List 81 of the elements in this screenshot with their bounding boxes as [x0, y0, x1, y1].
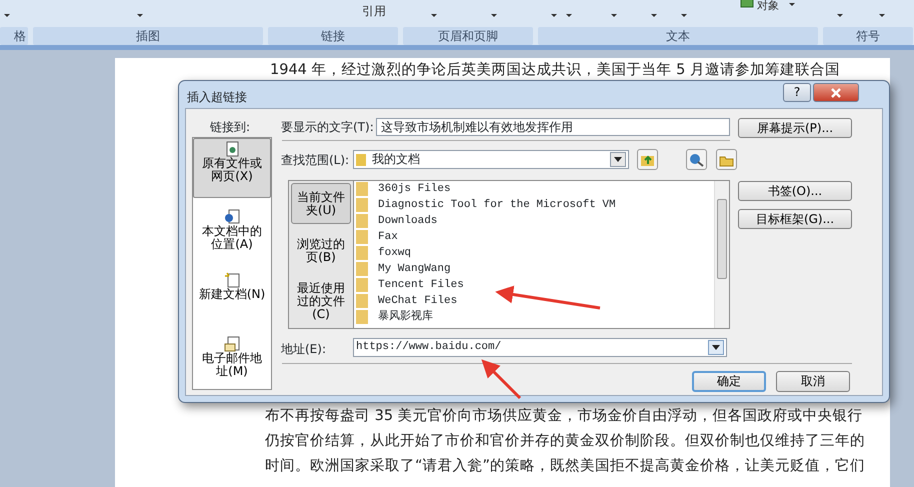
caret-icon[interactable] [680, 13, 688, 18]
screen-tip-button[interactable]: 屏幕提示(P)... [738, 118, 852, 138]
caret-icon[interactable] [136, 13, 144, 18]
ok-button[interactable]: 确定 [692, 371, 766, 392]
document-icon [224, 141, 240, 157]
side-button[interactable]: 书签(O)... [738, 181, 852, 201]
file-name[interactable]: 暴风影视库 [378, 308, 433, 326]
link-type-item[interactable]: 本文档中的位置(A) [193, 206, 271, 262]
scrollbar[interactable] [714, 181, 729, 328]
address-label: 地址(E): [281, 341, 326, 358]
folder-icon [356, 310, 368, 324]
folder-icon [356, 182, 368, 196]
web-search-button[interactable] [686, 149, 707, 170]
dropdown-button[interactable] [708, 340, 724, 355]
caret-icon[interactable] [430, 13, 438, 18]
link-type-item[interactable]: 新建文档(N) [193, 269, 271, 326]
close-button[interactable] [813, 83, 859, 102]
look-in-dropdown[interactable]: 我的文档 [353, 150, 629, 169]
display-text-label: 要显示的文字(T): [281, 119, 374, 136]
object-icon[interactable] [740, 0, 754, 8]
cancel-button[interactable]: 取消 [776, 371, 850, 392]
file-name[interactable]: Tencent Files [378, 276, 464, 294]
file-name[interactable]: My WangWang [378, 260, 451, 278]
ribbon-group-label: 符号 [823, 27, 913, 45]
up-folder-button[interactable] [637, 149, 658, 170]
dropdown-button[interactable] [610, 152, 626, 167]
caret-icon[interactable] [610, 13, 618, 18]
ribbon-group-label: 链接 [268, 27, 398, 45]
folder-icon [356, 198, 368, 212]
file-name[interactable]: WeChat Files [378, 292, 458, 310]
file-name[interactable]: 360js Files [378, 181, 451, 198]
ribbon-label[interactable]: 引用 [362, 2, 386, 20]
file-name[interactable]: Fax [378, 228, 398, 246]
dialog-title: 插入超链接 [187, 89, 247, 106]
folder-icon [356, 278, 368, 292]
caret-icon[interactable] [650, 13, 658, 18]
browse-tab[interactable]: 最近使用过的文件(C) [291, 277, 351, 326]
document-icon [224, 272, 240, 288]
document-text: 布不再按每盎司 35 美元官价向市场供应黄金，市场金价自由浮动，但各国政府或中央银行 [265, 406, 863, 426]
link-type-item[interactable]: 原有文件或网页(X) [193, 138, 271, 198]
address-value: https://www.baidu.com/ [356, 340, 502, 355]
caret-icon [614, 157, 622, 162]
link-type-item[interactable]: 电子邮件地址(M) [193, 333, 271, 390]
help-button[interactable]: ? [783, 83, 811, 102]
ribbon-group-label: 文本 [538, 27, 818, 45]
ribbon-group-label: 页眉和页脚 [403, 27, 533, 45]
link-to-label: 链接到: [210, 119, 250, 136]
look-in-value: 我的文档 [372, 151, 421, 168]
document-text: 时间。欧洲国家采取了“请君入瓮”的策略，既然美国拒不提高黄金价格，让美元贬值，它们 [265, 456, 866, 476]
folder-icon [356, 262, 368, 276]
folder-icon [356, 214, 368, 228]
ribbon-label[interactable]: 对象 [757, 0, 779, 12]
caret-icon[interactable] [3, 13, 11, 18]
caret-icon[interactable] [878, 13, 886, 18]
close-icon [830, 88, 842, 98]
browse-tab[interactable]: 浏览过的页(B) [291, 228, 351, 273]
caret-icon[interactable] [490, 13, 498, 18]
folder-icon [356, 152, 366, 166]
file-name[interactable]: Downloads [378, 212, 438, 230]
address-field[interactable]: https://www.baidu.com/ [353, 338, 727, 357]
caret-icon[interactable] [836, 13, 844, 18]
ribbon-group-label: 插图 [33, 27, 263, 45]
file-name[interactable]: Diagnostic Tool for the Microsoft VM [378, 196, 616, 214]
look-in-label: 查找范围(L): [281, 152, 350, 169]
browse-tab[interactable]: 当前文件夹(U) [291, 183, 351, 224]
caret-icon[interactable] [788, 2, 796, 7]
document-text: 仍按官价结算，从此开始了市价和官价并存的黄金双价制阶段。但双价制也仅维持了三年的 [265, 432, 865, 451]
document-text: 1944 年，经过激烈的争论后英美两国达成共识，美国于当年 5 月邀请参加筹建联合国 [270, 60, 840, 80]
caret-icon [712, 345, 720, 350]
annotation-arrow [481, 359, 522, 400]
web-search-icon [689, 152, 704, 166]
document-icon [224, 336, 240, 352]
display-text-field[interactable]: 这导致市场机制难以有效地发挥作用 [376, 118, 730, 136]
side-button[interactable]: 目标框架(G)... [738, 209, 852, 229]
folder-icon [356, 294, 368, 308]
ribbon-group-label: 格 [0, 27, 28, 45]
file-name[interactable]: foxwq [378, 244, 412, 262]
folder-browse-button[interactable] [716, 149, 737, 170]
folder-icon [356, 246, 368, 260]
document-icon [224, 208, 240, 225]
folder-icon [356, 230, 368, 244]
